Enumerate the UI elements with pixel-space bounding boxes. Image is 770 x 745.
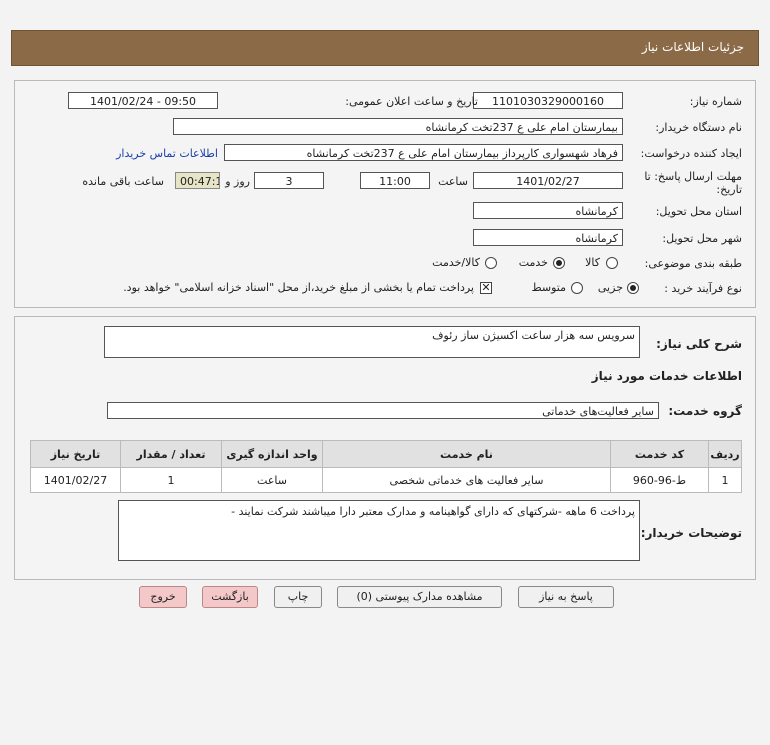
print-button[interactable]: چاپ — [274, 586, 322, 608]
reply-button[interactable]: پاسخ به نیاز — [518, 586, 614, 608]
page-header: جزئیات اطلاعات نیاز — [11, 30, 759, 66]
summary-label: شرح کلی نیاز: — [656, 337, 742, 351]
process-radio-minor[interactable] — [627, 282, 639, 294]
need-number-field: 1101030329000160 — [473, 92, 623, 109]
category-option-goods: کالا — [585, 256, 600, 269]
category-radio-goods[interactable] — [606, 257, 618, 269]
need-info-panel — [14, 80, 756, 308]
table-row: 1 ط-96-960 سایر فعالیت های خدماتی شخصی س… — [30, 467, 742, 493]
col-unit: واحد اندازه گیری — [221, 440, 323, 468]
table-header-row: ردیف کد خدمت نام خدمت واحد اندازه گیری ت… — [30, 440, 742, 468]
deadline-time-field: 11:00 — [360, 172, 430, 189]
back-button[interactable]: بازگشت — [202, 586, 258, 608]
process-label: نوع فرآیند خرید : — [664, 282, 742, 295]
requester-label: ایجاد کننده درخواست: — [640, 147, 742, 160]
col-row: ردیف — [708, 440, 742, 468]
process-option-medium: متوسط — [531, 281, 566, 294]
buyer-notes-field: پرداخت 6 ماهه -شرکتهای که دارای گواهینام… — [118, 500, 640, 561]
col-service-code: کد خدمت — [610, 440, 709, 468]
cell-service-name: سایر فعالیت های خدماتی شخصی — [322, 467, 611, 493]
province-label: استان محل تحویل: — [655, 205, 742, 218]
buyer-org-field: بیمارستان امام علی ع 237تخت کرمانشاه — [173, 118, 623, 135]
services-title: اطلاعات خدمات مورد نیاز — [591, 369, 742, 383]
remaining-label: ساعت باقی مانده — [82, 175, 164, 188]
treasury-checkbox[interactable]: ✕ — [480, 282, 492, 294]
view-attachments-button[interactable]: مشاهده مدارک پیوستی (0) — [337, 586, 502, 608]
cell-service-code: ط-96-960 — [610, 467, 709, 493]
deadline-label: مهلت ارسال پاسخ: تا — [644, 170, 742, 183]
col-quantity: تعداد / مقدار — [120, 440, 222, 468]
need-number-label: شماره نیاز: — [689, 95, 742, 108]
category-option-goods-service: کالا/خدمت — [432, 256, 480, 269]
days-label: روز و — [225, 175, 250, 188]
payment-note: پرداخت تمام یا بخشی از مبلغ خرید،از محل … — [123, 281, 474, 294]
page-title: جزئیات اطلاعات نیاز — [641, 40, 744, 54]
cell-unit: ساعت — [221, 467, 323, 493]
process-option-minor: جزیی — [597, 281, 623, 294]
col-need-date: تاریخ نیاز — [30, 440, 121, 468]
time-label: ساعت — [438, 175, 468, 188]
buyer-notes-label: توضیحات خریدار: — [640, 526, 742, 540]
buyer-org-label: نام دستگاه خریدار: — [655, 121, 742, 134]
cell-need-date: 1401/02/27 — [30, 467, 121, 493]
announce-field: 1401/02/24 - 09:50 — [68, 92, 218, 109]
exit-button[interactable]: خروج — [139, 586, 187, 608]
days-field: 3 — [254, 172, 324, 189]
city-label: شهر محل تحویل: — [662, 232, 742, 245]
category-radio-service[interactable] — [553, 257, 565, 269]
category-radio-goods-service[interactable] — [485, 257, 497, 269]
deadline-date-field: 1401/02/27 — [473, 172, 623, 189]
process-radio-medium[interactable] — [571, 282, 583, 294]
category-option-service: خدمت — [518, 256, 548, 269]
contact-buyer-link[interactable]: اطلاعات تماس خریدار — [116, 147, 218, 160]
col-service-name: نام خدمت — [322, 440, 611, 468]
service-group-field: سایر فعالیت‌های خدماتی — [107, 402, 659, 419]
services-table: ردیف کد خدمت نام خدمت واحد اندازه گیری ت… — [30, 440, 742, 493]
announce-label: تاریخ و ساعت اعلان عمومی: — [345, 95, 478, 108]
deadline-label-date: تاریخ: — [716, 183, 742, 196]
province-field: کرمانشاه — [473, 202, 623, 219]
remaining-time-field: 00:47:18 — [175, 172, 220, 189]
cell-quantity: 1 — [120, 467, 222, 493]
city-field: کرمانشاه — [473, 229, 623, 246]
requester-field: فرهاد شهسواری کارپرداز بیمارستان امام عل… — [224, 144, 623, 161]
summary-field: سرویس سه هزار ساعت اکسیژن ساز رئوف — [104, 326, 640, 358]
cell-row: 1 — [708, 467, 742, 493]
category-label: طبقه بندی موضوعی: — [644, 257, 742, 270]
service-group-label: گروه خدمت: — [668, 404, 742, 418]
